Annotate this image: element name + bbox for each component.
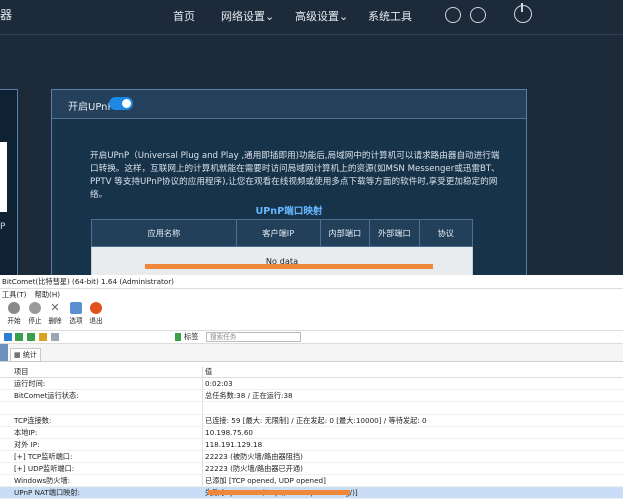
delete-icon: ✕ [50, 301, 60, 314]
view-button[interactable] [4, 333, 12, 341]
weibo-icon[interactable] [445, 7, 461, 23]
row-key: BitComet运行状态: [14, 391, 79, 400]
nav-network-settings-label: 网络设置 [221, 10, 265, 23]
row-value: 22223 (防火墙/路由器已开通) [205, 464, 303, 473]
exit-button[interactable]: 退出 [86, 302, 106, 325]
nav-advanced-settings-label: 高级设置 [295, 10, 339, 23]
delete-label: 删除 [48, 317, 62, 325]
options-label: 选项 [69, 317, 83, 325]
left-panel-image [0, 142, 7, 212]
stats-icon: ▦ [14, 351, 21, 359]
table-row: 运行时间: 0:02:03 [0, 378, 623, 390]
stop-label: 停止 [28, 317, 42, 325]
table-row-blank [0, 402, 623, 415]
left-panel-text: P [0, 222, 6, 232]
col-internal-port: 内部端口 [319, 219, 371, 247]
col-client-ip: 客户端IP [235, 219, 321, 247]
upnp-card-header: 开启UPnP [52, 90, 526, 119]
row-key: TCP连接数: [14, 416, 52, 425]
row-value: 已连接: 59 [最大: 无限制] / 正在发起: 0 [最大:10000] /… [205, 416, 427, 425]
table-row: 对外 IP: 118.191.129.18 [0, 439, 623, 451]
tab-stats-label: 统计 [22, 351, 37, 359]
wechat-icon[interactable] [470, 7, 486, 23]
tab-stats[interactable]: ▦ 统计 [10, 348, 41, 362]
menu-tools[interactable]: 工具(T) [2, 290, 26, 299]
row-key: 对外 IP: [14, 440, 40, 449]
nav-system-tools[interactable]: 系统工具 [368, 8, 412, 24]
exit-icon [90, 302, 102, 314]
upnp-description: 开启UPnP（Universal Plug and Play ,通用即插即用)功… [90, 151, 500, 200]
col-protocol: 协议 [418, 219, 474, 247]
highlight-underline [208, 490, 350, 495]
power-icon[interactable] [514, 3, 532, 23]
sidebar-strip [0, 344, 8, 361]
row-value: 总任务数:38 / 正在运行:38 [205, 391, 293, 400]
folder-button[interactable] [39, 333, 47, 341]
row-value: 22223 (被防火墙/路由器阻挡) [205, 452, 303, 461]
tab-bar: ▦ 统计 [0, 344, 623, 362]
chevron-down-icon: ⌄ [339, 10, 349, 23]
row-key: [+] UDP监听端口: [14, 464, 75, 473]
router-admin-page: 器 首页 网络设置⌄ 高级设置⌄ 系统工具 P 开启UPnP 开启UPnP（Un… [0, 0, 623, 275]
row-key: [+] TCP监听端口: [14, 452, 73, 461]
row-key: 运行时间: [14, 379, 46, 388]
nav-home[interactable]: 首页 [173, 8, 195, 24]
arrow-button[interactable] [27, 333, 35, 341]
search-input[interactable]: 搜索任务 [206, 332, 301, 342]
table-row: Windows防火墙: 已添加 [TCP opened, UDP opened] [0, 475, 623, 487]
upnp-toggle-switch[interactable] [109, 97, 133, 110]
table-row: [+] TCP监听端口: 22223 (被防火墙/路由器阻挡) [0, 451, 623, 463]
stop-button[interactable]: 停止 [25, 302, 45, 325]
tag-button[interactable]: 标签 [184, 332, 198, 342]
nav-network-settings[interactable]: 网络设置⌄ [221, 8, 274, 24]
secondary-toolbar: 标签 搜索任务 [0, 331, 623, 344]
chevron-down-icon: ⌄ [265, 10, 275, 23]
col-external-port: 外部端口 [369, 219, 420, 247]
upnp-toggle-label: 开启UPnP [68, 102, 114, 113]
upnp-card: 开启UPnP 开启UPnP（Universal Plug and Play ,通… [51, 89, 527, 275]
port-mapping-title: UPnP端口映射 [255, 206, 323, 217]
row-value: 已添加 [TCP opened, UDP opened] [205, 476, 326, 485]
table-row: 本地IP: 10.198.75.60 [0, 427, 623, 439]
col-app-name: 应用名称 [91, 219, 237, 247]
row-key: UPnP NAT端口映射: [14, 488, 80, 497]
highlight-underline [145, 264, 433, 269]
bitcomet-window: BitComet(比特彗星) (64-bit) 1.64 (Administra… [0, 275, 623, 500]
header-divider [0, 34, 623, 35]
list-button[interactable] [51, 333, 59, 341]
options-icon [70, 302, 82, 314]
row-value: 0:02:03 [205, 379, 233, 388]
main-toolbar: 开始 停止 ✕ 删除 选项 退出 [0, 300, 623, 331]
no-data-cell: No data [91, 246, 473, 275]
header-item: 项目 [14, 367, 29, 376]
header-value: 值 [205, 367, 213, 376]
brand-fragment: 器 [0, 8, 13, 22]
nav-advanced-settings[interactable]: 高级设置⌄ [295, 8, 348, 24]
menu-bar: 工具(T) 帮助(H) [0, 289, 623, 300]
exit-label: 退出 [89, 317, 103, 325]
stats-table: 项目 值 运行时间: 0:02:03 BitComet运行状态: 总任务数:38 /… [0, 366, 623, 499]
options-button[interactable]: 选项 [66, 302, 86, 325]
row-key: 本地IP: [14, 428, 38, 437]
row-key: Windows防火墙: [14, 476, 71, 485]
delete-button[interactable]: ✕ 删除 [45, 301, 65, 326]
table-row: [+] UDP监听端口: 22223 (防火墙/路由器已开通) [0, 463, 623, 475]
stats-header-row: 项目 值 [0, 366, 623, 378]
row-value: 118.191.129.18 [205, 440, 263, 449]
menu-help[interactable]: 帮助(H) [35, 290, 60, 299]
table-row: TCP连接数: 已连接: 59 [最大: 无限制] / 正在发起: 0 [最大:1… [0, 415, 623, 427]
tag-icon [175, 333, 181, 341]
add-button[interactable] [15, 333, 23, 341]
table-row: BitComet运行状态: 总任务数:38 / 正在运行:38 [0, 390, 623, 402]
row-value: 10.198.75.60 [205, 428, 254, 437]
stop-icon [29, 302, 41, 314]
start-label: 开始 [7, 317, 21, 325]
window-title: BitComet(比特彗星) (64-bit) 1.64 (Administra… [0, 275, 623, 289]
start-button[interactable]: 开始 [4, 302, 24, 325]
start-icon [8, 302, 20, 314]
